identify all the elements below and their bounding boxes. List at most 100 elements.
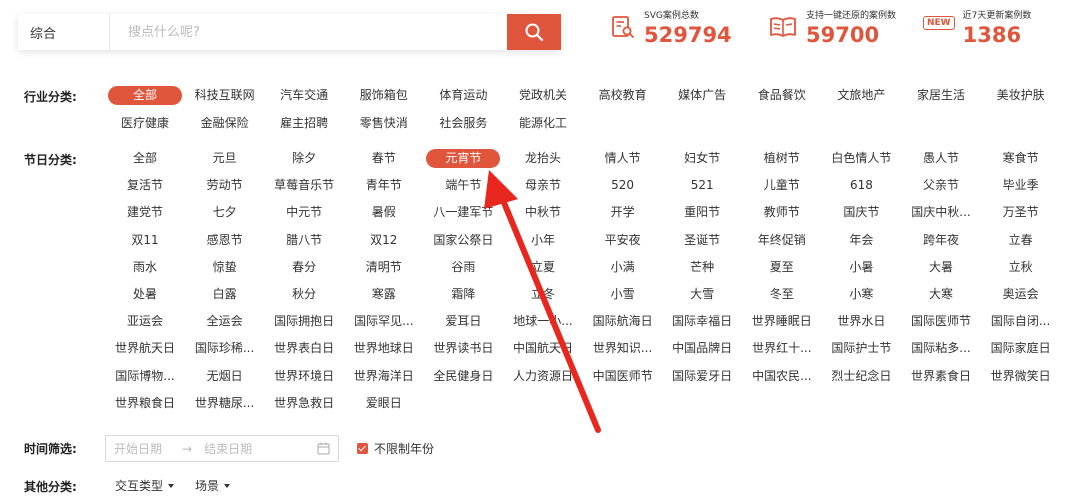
festival-tag[interactable]: 国际家庭日 — [984, 339, 1058, 358]
festival-tag[interactable]: 世界航天日 — [108, 339, 182, 358]
festival-tag[interactable]: 世界读书日 — [426, 339, 500, 358]
festival-tag[interactable]: 年终促销 — [745, 231, 819, 250]
festival-tag[interactable]: 小暑 — [824, 258, 898, 277]
festival-tag[interactable]: 无烟日 — [188, 367, 262, 386]
festival-tag[interactable]: 芒种 — [665, 258, 739, 277]
festival-tag[interactable]: 中国医师节 — [586, 367, 660, 386]
festival-tag[interactable]: 地球一小... — [506, 312, 580, 331]
festival-tag[interactable]: 世界知识... — [586, 339, 660, 358]
festival-tag[interactable]: 国际珍稀... — [188, 339, 262, 358]
festival-tag[interactable]: 复活节 — [108, 176, 182, 195]
festival-tag[interactable]: 立秋 — [984, 258, 1058, 277]
festival-tag[interactable]: 谷雨 — [426, 258, 500, 277]
festival-tag[interactable]: 毕业季 — [984, 176, 1058, 195]
industry-tag[interactable]: 家居生活 — [904, 86, 978, 105]
festival-tag[interactable]: 八一建军节 — [426, 203, 500, 222]
festival-tag[interactable]: 烈士纪念日 — [824, 367, 898, 386]
festival-tag[interactable]: 世界急救日 — [267, 394, 341, 413]
festival-tag[interactable]: 平安夜 — [586, 231, 660, 250]
festival-tag[interactable]: 中国农民... — [745, 367, 819, 386]
checkbox-checked-icon[interactable] — [357, 443, 368, 454]
festival-tag[interactable]: 世界红十... — [745, 339, 819, 358]
start-date-placeholder[interactable]: 开始日期 — [114, 440, 162, 457]
festival-tag[interactable]: 年会 — [824, 231, 898, 250]
festival-tag[interactable]: 处暑 — [108, 285, 182, 304]
search-type-select[interactable]: 综合 — [18, 14, 110, 50]
festival-tag[interactable]: 520 — [586, 176, 660, 195]
festival-tag[interactable]: 龙抬头 — [506, 149, 580, 168]
festival-tag[interactable]: 白露 — [188, 285, 262, 304]
festival-tag[interactable]: 万圣节 — [984, 203, 1058, 222]
interaction-type-dropdown[interactable]: 交互类型 — [115, 477, 175, 494]
festival-tag[interactable]: 重阳节 — [665, 203, 739, 222]
festival-tag[interactable]: 青年节 — [347, 176, 421, 195]
industry-tag[interactable]: 文旅地产 — [824, 86, 898, 105]
festival-tag[interactable]: 清明节 — [347, 258, 421, 277]
festival-tag[interactable]: 国际幸福日 — [665, 312, 739, 331]
industry-tag[interactable]: 食品餐饮 — [745, 86, 819, 105]
industry-tag[interactable]: 零售快消 — [347, 114, 421, 133]
festival-tag[interactable]: 世界素食日 — [904, 367, 978, 386]
festival-tag[interactable]: 国际护士节 — [824, 339, 898, 358]
festival-tag[interactable]: 寒食节 — [984, 149, 1058, 168]
festival-tag[interactable]: 愚人节 — [904, 149, 978, 168]
festival-tag[interactable]: 国庆节 — [824, 203, 898, 222]
festival-tag[interactable]: 母亲节 — [506, 176, 580, 195]
festival-tag[interactable]: 小年 — [506, 231, 580, 250]
festival-tag[interactable]: 立春 — [984, 231, 1058, 250]
festival-tag[interactable]: 父亲节 — [904, 176, 978, 195]
festival-tag[interactable]: 国际粘多... — [904, 339, 978, 358]
date-range-picker[interactable]: 开始日期 → 结束日期 — [105, 435, 339, 462]
festival-tag[interactable]: 世界海洋日 — [347, 367, 421, 386]
festival-tag[interactable]: 元旦 — [188, 149, 262, 168]
festival-tag[interactable]: 草莓音乐节 — [267, 176, 341, 195]
festival-tag[interactable]: 国际罕见... — [347, 312, 421, 331]
industry-tag[interactable]: 高校教育 — [586, 86, 660, 105]
festival-tag[interactable]: 国际拥抱日 — [267, 312, 341, 331]
festival-tag[interactable]: 劳动节 — [188, 176, 262, 195]
festival-tag[interactable]: 爱耳日 — [426, 312, 500, 331]
festival-tag[interactable]: 秋分 — [267, 285, 341, 304]
festival-tag[interactable]: 国际自闭... — [984, 312, 1058, 331]
festival-tag[interactable]: 大寒 — [904, 285, 978, 304]
festival-tag[interactable]: 七夕 — [188, 203, 262, 222]
festival-tag[interactable]: 国际博物... — [108, 367, 182, 386]
festival-tag[interactable]: 中国品牌日 — [665, 339, 739, 358]
festival-tag[interactable]: 雨水 — [108, 258, 182, 277]
festival-tag[interactable]: 世界睡眠日 — [745, 312, 819, 331]
festival-tag[interactable]: 寒露 — [347, 285, 421, 304]
search-input[interactable] — [110, 14, 507, 50]
unlimited-year-checkbox[interactable]: 不限制年份 — [357, 440, 434, 457]
festival-tag[interactable]: 全民健身日 — [426, 367, 500, 386]
festival-tag[interactable]: 春分 — [267, 258, 341, 277]
festival-tag[interactable]: 端午节 — [426, 176, 500, 195]
festival-tag[interactable]: 圣诞节 — [665, 231, 739, 250]
festival-tag[interactable]: 世界糖尿... — [188, 394, 262, 413]
festival-tag[interactable]: 大暑 — [904, 258, 978, 277]
festival-tag[interactable]: 立冬 — [506, 285, 580, 304]
industry-tag[interactable]: 服饰箱包 — [347, 86, 421, 105]
festival-tag[interactable]: 世界粮食日 — [108, 394, 182, 413]
festival-tag[interactable]: 冬至 — [745, 285, 819, 304]
festival-tag[interactable]: 夏至 — [745, 258, 819, 277]
festival-tag[interactable]: 人力资源日 — [506, 367, 580, 386]
festival-tag[interactable]: 妇女节 — [665, 149, 739, 168]
festival-tag[interactable]: 国家公祭日 — [426, 231, 500, 250]
festival-tag[interactable]: 世界水日 — [824, 312, 898, 331]
industry-tag[interactable]: 金融保险 — [188, 114, 262, 133]
industry-tag[interactable]: 全部 — [108, 86, 182, 105]
festival-tag[interactable]: 小雪 — [586, 285, 660, 304]
festival-tag[interactable]: 中国航天日 — [506, 339, 580, 358]
industry-tag[interactable]: 体育运动 — [426, 86, 500, 105]
scene-dropdown[interactable]: 场景 — [195, 477, 231, 494]
festival-tag[interactable]: 世界表白日 — [267, 339, 341, 358]
festival-tag[interactable]: 跨年夜 — [904, 231, 978, 250]
festival-tag[interactable]: 大雪 — [665, 285, 739, 304]
industry-tag[interactable]: 科技互联网 — [188, 86, 262, 105]
festival-tag[interactable]: 中秋节 — [506, 203, 580, 222]
industry-tag[interactable]: 美妆护肤 — [984, 86, 1058, 105]
search-button[interactable] — [507, 14, 561, 50]
festival-tag[interactable]: 全运会 — [188, 312, 262, 331]
festival-tag[interactable]: 儿童节 — [745, 176, 819, 195]
festival-tag[interactable]: 全部 — [108, 149, 182, 168]
